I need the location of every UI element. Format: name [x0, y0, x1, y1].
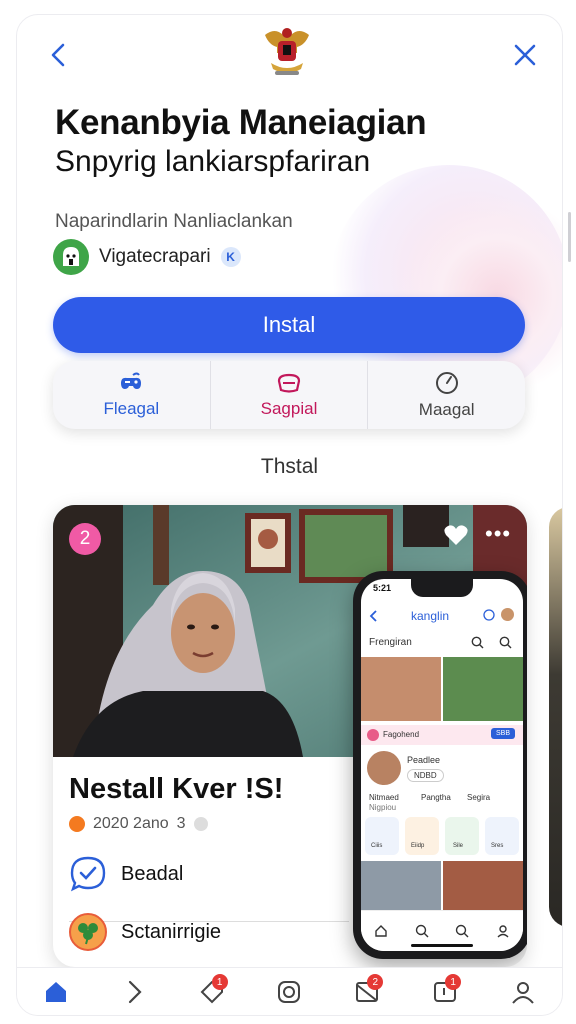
- home-indicator: [411, 944, 473, 947]
- chevron-left-icon: [51, 43, 65, 67]
- card-meta: 2020 2ano 3: [69, 815, 208, 833]
- phone-notch: [411, 579, 473, 597]
- home-icon: [45, 982, 66, 1002]
- phone-profile-name: Peadlee: [407, 755, 441, 765]
- notification-badge: 1: [445, 974, 462, 990]
- phone-profile-avatar: [367, 751, 401, 785]
- phone-tile-label: Sile: [453, 843, 464, 849]
- notification-badge: 1: [211, 974, 228, 990]
- list-item-label: Beadal: [121, 862, 184, 885]
- heart-icon: [444, 525, 468, 545]
- phone-tile-label: Sres: [491, 843, 504, 849]
- verified-badge: K: [220, 247, 241, 267]
- nav-profile[interactable]: [503, 972, 543, 1012]
- developer-avatar: [53, 239, 89, 275]
- phone-section-dot: [367, 729, 379, 741]
- search-icon: [456, 924, 469, 938]
- notification-badge: 2: [367, 974, 384, 990]
- rating-dot-icon: [69, 816, 85, 832]
- more-dots-icon: •••: [485, 521, 512, 546]
- phone-time: 5:21: [373, 583, 392, 593]
- action-fleagal[interactable]: Fleagal: [53, 361, 211, 429]
- phone-profile-tag: NDBD: [407, 769, 444, 782]
- phone-tab-sub: Nigpiou: [369, 803, 397, 812]
- search-icon: [471, 636, 484, 649]
- bottom-nav: 1 2 1: [17, 967, 562, 1015]
- section-label: Thstal: [260, 455, 319, 478]
- action-maagal[interactable]: Maagal: [368, 361, 525, 429]
- app-meta: Naparindlarin Nanliaclankan: [55, 211, 293, 232]
- emblem-logo: [261, 23, 313, 79]
- controller-icon: [121, 372, 142, 389]
- chevron-left-icon: [369, 610, 377, 622]
- list-item-label: Sctanirrigie: [121, 920, 222, 943]
- info-icon: [483, 609, 495, 621]
- nav-next[interactable]: [114, 972, 154, 1012]
- close-button[interactable]: [505, 35, 545, 75]
- back-button[interactable]: [39, 35, 79, 75]
- nav-notes[interactable]: 1: [425, 972, 465, 1012]
- install-button[interactable]: Instal: [53, 297, 525, 353]
- card-year: 2020 2ano: [93, 815, 169, 832]
- phone-tab: Segira: [467, 793, 491, 802]
- phone-tile-label: Ciiis: [371, 843, 383, 849]
- action-label: Maagal: [418, 400, 475, 419]
- chat-check-icon: [70, 856, 106, 892]
- profile-icon: [512, 982, 534, 1004]
- phone-avatar: [501, 608, 514, 621]
- phone-app-tile: [445, 817, 479, 855]
- phone-search-label: Frengiran: [369, 637, 412, 648]
- more-options-button[interactable]: •••: [485, 523, 511, 545]
- card-count: 3: [176, 815, 186, 832]
- card-title: Nestall Kver !S!: [69, 773, 284, 805]
- phone-screen: 5:21 kanglin Frengiran Fagohend SBB Pead…: [361, 579, 523, 951]
- nav-home[interactable]: [36, 972, 76, 1012]
- list-item-beadal[interactable]: Beadal: [69, 855, 183, 893]
- phone-thumb: [443, 657, 523, 721]
- phone-app-title: kanglin: [411, 609, 450, 623]
- phone-action-button: SBB: [491, 728, 516, 739]
- helmet-icon: [277, 373, 301, 393]
- action-sagpial[interactable]: Sagpial: [211, 361, 369, 429]
- scrollbar[interactable]: [568, 212, 571, 262]
- phone-tab: Pangtha: [421, 793, 451, 802]
- page-subtitle: Snpyrig lankiarspfariran: [55, 145, 371, 178]
- developer-name: Vigatecrapari: [99, 246, 211, 267]
- chevron-right-icon: [128, 980, 142, 1004]
- feature-card[interactable]: 2 ••• Nestall Kver !S! 2020 2ano 3 Beada…: [53, 505, 527, 967]
- developer-link[interactable]: Vigatecrapari K: [53, 239, 241, 275]
- favorite-button[interactable]: [443, 523, 469, 552]
- nav-tag[interactable]: 1: [192, 972, 232, 1012]
- action-bar: Fleagal Sagpial Maagal: [53, 361, 525, 429]
- nav-mail[interactable]: 2: [347, 972, 387, 1012]
- phone-thumb: [361, 657, 441, 721]
- action-label: Sagpial: [260, 399, 318, 418]
- search-icon: [415, 924, 429, 938]
- user-icon: [497, 925, 509, 938]
- phone-section-title: Fagohend: [383, 730, 420, 739]
- info-dot-icon: [193, 817, 208, 831]
- instagram-icon: [278, 981, 301, 1003]
- close-icon: [514, 44, 536, 66]
- rank-badge: 2: [69, 523, 101, 555]
- nav-instagram[interactable]: [269, 972, 309, 1012]
- page-title: Kenanbyia Maneiagian: [55, 103, 427, 142]
- clover-app-icon: [69, 913, 107, 951]
- phone-mockup: 5:21 kanglin Frengiran Fagohend SBB Pead…: [353, 571, 527, 959]
- phone-thumb: [443, 861, 523, 911]
- phone-thumb: [361, 861, 441, 911]
- app-frame: Kenanbyia Maneiagian Snpyrig lankiarspfa…: [16, 14, 563, 1016]
- phone-tab: Nitmaed: [369, 793, 399, 802]
- phone-app-tile: [405, 817, 439, 855]
- phone-tile-label: Eiidp: [411, 843, 425, 849]
- list-item-sctanirrigie[interactable]: Sctanirrigie: [69, 913, 221, 951]
- search-icon: [499, 636, 512, 649]
- gauge-icon: [435, 372, 458, 394]
- next-card-peek[interactable]: [549, 507, 562, 927]
- home-icon: [375, 925, 387, 937]
- phone-app-tile: [485, 817, 519, 855]
- phone-app-tile: [365, 817, 399, 855]
- action-label: Fleagal: [103, 399, 160, 418]
